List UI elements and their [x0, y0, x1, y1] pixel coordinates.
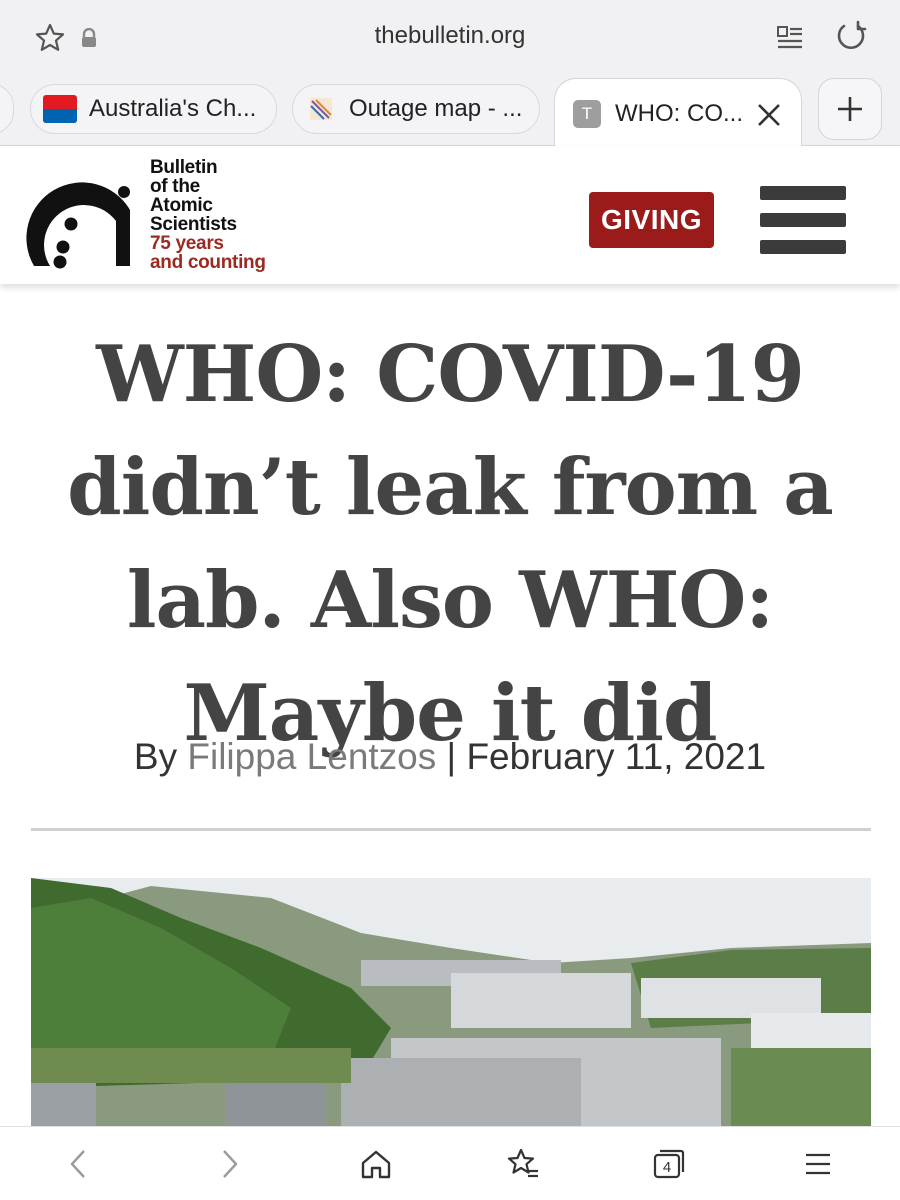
reload-icon[interactable] [834, 20, 868, 54]
byline-separator: | [446, 736, 457, 777]
tab-outage-map[interactable]: Outage map - ... [292, 84, 540, 134]
chemist-warehouse-icon [43, 95, 77, 123]
outage-map-icon [310, 98, 332, 120]
tab-count: 4 [663, 1159, 671, 1176]
reader-mode-icon[interactable] [776, 24, 804, 52]
bottom-nav-bar: 4 [0, 1126, 900, 1200]
tab-title: WHO: CO... [615, 99, 743, 127]
site-header: Bulletin of the Atomic Scientists 75 yea… [0, 146, 900, 284]
tab-partial[interactable] [0, 84, 14, 134]
plus-icon [838, 97, 862, 121]
tab-strip: Australia's Ch... Outage map - ... T WHO… [0, 78, 900, 148]
hero-image-lab-buildings [31, 878, 871, 1128]
tab-favicon-letter: T [573, 99, 601, 128]
byline: By Filippa Lentzos | February 11, 2021 [0, 736, 900, 778]
author-link[interactable]: Filippa Lentzos [187, 736, 436, 777]
bookmarks-icon[interactable] [506, 1147, 540, 1181]
hamburger-menu-icon[interactable] [760, 184, 848, 258]
tab-who-covid[interactable]: T WHO: CO... [554, 78, 802, 148]
tabs-icon[interactable]: 4 [652, 1147, 686, 1181]
tab-title: Outage map - ... [349, 95, 523, 122]
logo-line: Bulletin [150, 157, 218, 178]
tab-australias-chemist[interactable]: Australia's Ch... [30, 84, 277, 134]
logo-tagline: and counting [150, 252, 266, 273]
close-icon[interactable] [755, 101, 783, 129]
logo-line: Scientists [150, 214, 237, 235]
url-bar[interactable]: thebulletin.org [0, 0, 900, 78]
logo-text[interactable]: Bulletin of the Atomic Scientists 75 yea… [150, 158, 266, 272]
menu-icon[interactable] [801, 1147, 835, 1181]
back-icon[interactable] [62, 1147, 96, 1181]
byline-prefix: By [133, 736, 178, 777]
home-icon[interactable] [359, 1147, 393, 1181]
logo-tagline: 75 years [150, 233, 224, 254]
logo-line: Atomic [150, 195, 213, 216]
divider [31, 828, 871, 831]
doomsday-clock-logo[interactable] [26, 160, 138, 272]
url-text[interactable]: thebulletin.org [0, 22, 900, 50]
giving-button[interactable]: GIVING [589, 192, 714, 248]
logo-line: of the [150, 176, 200, 197]
new-tab-button[interactable] [818, 78, 882, 140]
publish-date: February 11, 2021 [466, 736, 767, 777]
tab-title: Australia's Ch... [89, 95, 257, 122]
forward-icon[interactable] [212, 1147, 246, 1181]
article-headline: WHO: COVID-19 didn’t leak from a lab. Al… [67, 329, 834, 759]
